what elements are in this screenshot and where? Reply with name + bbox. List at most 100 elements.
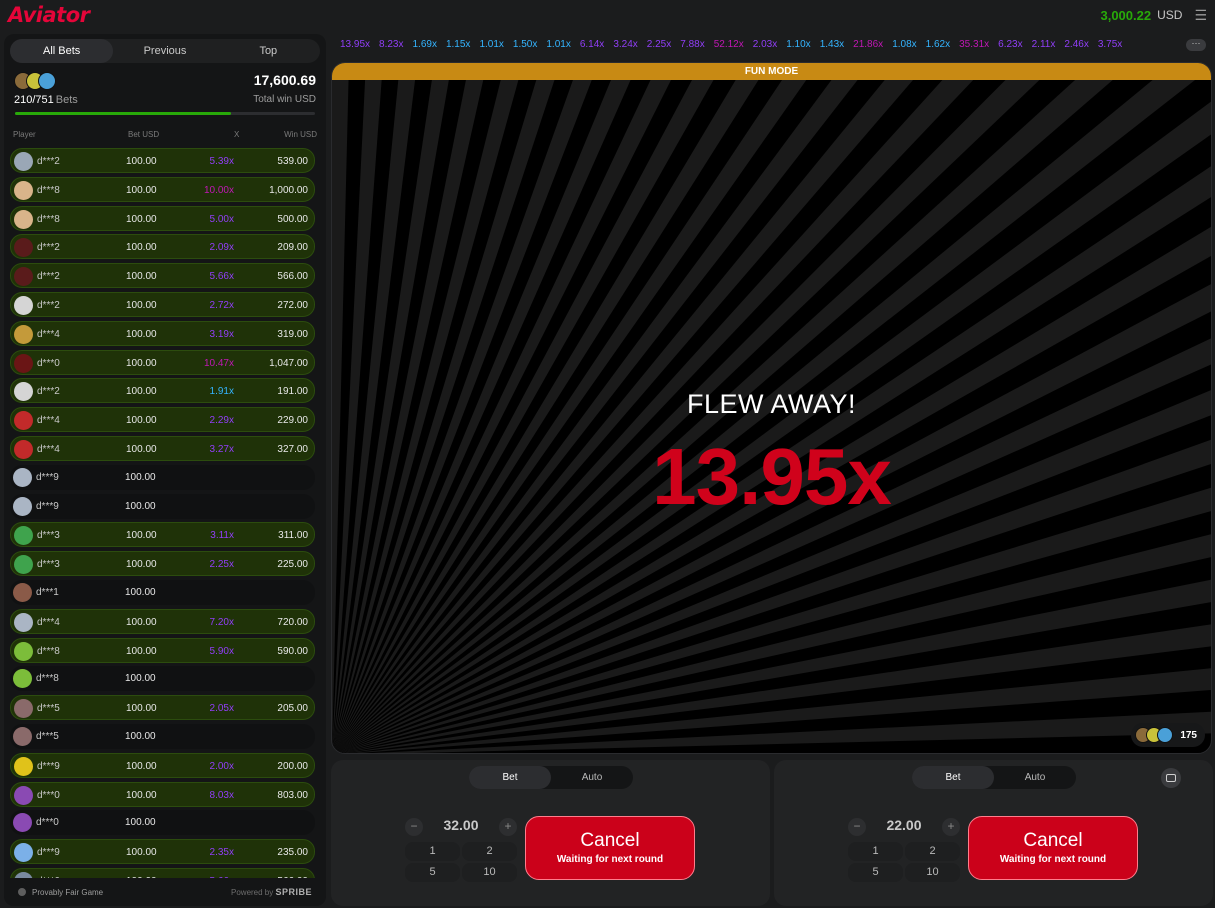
player-name: d***4 xyxy=(37,328,60,340)
history-multiplier[interactable]: 3.75x xyxy=(1098,39,1122,53)
history-multiplier[interactable]: 52.12x xyxy=(714,39,744,53)
win-amount: 590.00 xyxy=(277,645,308,657)
history-multiplier[interactable]: 8.23x xyxy=(379,39,403,53)
quick-stake-button[interactable]: 5 xyxy=(848,863,903,882)
win-amount: 209.00 xyxy=(277,242,308,254)
history-multiplier[interactable]: 2.11x xyxy=(1032,39,1056,53)
cashout-multiplier: 2.72x xyxy=(209,299,234,311)
history-multiplier[interactable]: 1.10x xyxy=(786,39,810,53)
bets-table: d***2 100.00 5.39x 539.00 d***8 100.00 10.00x 1… xyxy=(10,148,315,897)
table-row: d***8 100.00 5.90x 590.00 xyxy=(10,637,315,663)
cashout-multiplier: 5.00x xyxy=(209,213,234,225)
win-amount: 311.00 xyxy=(278,530,308,542)
stake-input[interactable]: 32.00 xyxy=(423,817,499,833)
quick-stake-button[interactable]: 10 xyxy=(462,863,517,882)
quick-stake-button[interactable]: 10 xyxy=(905,863,960,882)
table-row: d***8 100.00 5.00x 500.00 xyxy=(10,205,315,231)
win-amount: 319.00 xyxy=(277,328,308,340)
provably-fair-link[interactable]: Provably Fair Game xyxy=(32,888,103,897)
powered-by: Powered by SPRIBE xyxy=(231,887,312,897)
avatar xyxy=(13,582,32,602)
avatar xyxy=(14,353,33,373)
table-row: d***5 100.00 xyxy=(10,723,315,749)
cashout-multiplier: 10.47x xyxy=(203,357,234,369)
bet-amount: 100.00 xyxy=(126,703,157,715)
bet-amount: 100.00 xyxy=(126,184,157,196)
bet-amount: 100.00 xyxy=(126,299,157,311)
history-multiplier[interactable]: 2.25x xyxy=(647,39,671,53)
history-multiplier[interactable]: 6.23x xyxy=(998,39,1022,53)
remove-panel-icon[interactable] xyxy=(1161,768,1181,788)
cancel-label: Cancel xyxy=(580,830,640,851)
round-history: 13.95x 8.23x 1.69x 1.15x 1.01x 1.50x 1.01x 6.14… xyxy=(340,39,1170,53)
cashout-multiplier: 2.29x xyxy=(209,415,234,427)
bets-count-label: Bets xyxy=(55,94,78,106)
quick-stake-button[interactable]: 2 xyxy=(905,842,960,861)
bet-amount: 100.00 xyxy=(126,386,157,398)
win-amount: 191.00 xyxy=(277,386,308,398)
bettor-avatars xyxy=(14,72,56,90)
player-name: d***0 xyxy=(37,357,60,369)
avatar xyxy=(14,411,33,431)
history-multiplier[interactable]: 3.24x xyxy=(613,39,637,53)
history-multiplier[interactable]: 21.86x xyxy=(853,39,883,53)
tab-auto[interactable]: Auto xyxy=(994,766,1076,789)
quick-stake-button[interactable]: 5 xyxy=(405,863,460,882)
hamburger-menu-icon[interactable]: ☰ xyxy=(1194,7,1207,24)
avatar xyxy=(14,238,33,258)
history-multiplier[interactable]: 1.08x xyxy=(892,39,916,53)
cashout-multiplier: 2.05x xyxy=(209,703,234,715)
cancel-bet-button[interactable]: Cancel Waiting for next round xyxy=(968,816,1138,880)
bet-panel-2: Bet Auto − 22.00 + 1 2 5 10 Cancel Waiti… xyxy=(774,760,1213,906)
player-name: d***0 xyxy=(36,817,59,829)
bet-amount: 100.00 xyxy=(126,415,157,427)
bets-count: 210/751 Bets xyxy=(14,94,78,106)
history-multiplier[interactable]: 2.46x xyxy=(1064,39,1088,53)
table-row: d***2 100.00 5.66x 566.00 xyxy=(10,263,315,289)
history-multiplier[interactable]: 1.50x xyxy=(513,39,537,53)
table-row: d***2 100.00 5.39x 539.00 xyxy=(10,148,315,173)
avatar xyxy=(14,382,33,402)
tab-all-bets[interactable]: All Bets xyxy=(10,39,114,63)
history-multiplier[interactable]: 1.43x xyxy=(820,39,844,53)
decrease-stake-button[interactable]: − xyxy=(848,818,866,836)
history-multiplier[interactable]: 1.01x xyxy=(479,39,503,53)
history-multiplier[interactable]: 7.88x xyxy=(680,39,704,53)
aviator-logo: Aviator xyxy=(8,3,90,27)
tab-top[interactable]: Top xyxy=(217,39,320,63)
cashout-multiplier: 2.35x xyxy=(209,847,234,859)
tab-previous[interactable]: Previous xyxy=(113,39,216,63)
tab-bet[interactable]: Bet xyxy=(912,766,994,789)
avatar xyxy=(14,209,33,229)
history-multiplier[interactable]: 35.31x xyxy=(959,39,989,53)
player-name: d***2 xyxy=(37,242,60,254)
quick-stake-button[interactable]: 2 xyxy=(462,842,517,861)
left-footer: Provably Fair Game Powered by SPRIBE xyxy=(4,878,326,906)
increase-stake-button[interactable]: + xyxy=(499,818,517,836)
cashout-multiplier: 5.90x xyxy=(209,645,234,657)
decrease-stake-button[interactable]: − xyxy=(405,818,423,836)
tab-auto[interactable]: Auto xyxy=(551,766,633,789)
table-row: d***3 100.00 2.25x 225.00 xyxy=(10,551,315,577)
player-name: d***1 xyxy=(36,586,59,598)
win-amount: 803.00 xyxy=(277,789,308,801)
increase-stake-button[interactable]: + xyxy=(942,818,960,836)
history-multiplier[interactable]: 1.62x xyxy=(926,39,950,53)
total-win-label: Total win USD xyxy=(253,94,316,105)
player-name: d***8 xyxy=(37,645,60,657)
history-multiplier[interactable]: 1.01x xyxy=(546,39,570,53)
quick-stake-button[interactable]: 1 xyxy=(848,842,903,861)
stake-input[interactable]: 22.00 xyxy=(866,817,942,833)
history-more-button[interactable]: ··· xyxy=(1186,39,1206,51)
tab-bet[interactable]: Bet xyxy=(469,766,551,789)
history-multiplier[interactable]: 6.14x xyxy=(580,39,604,53)
history-multiplier[interactable]: 1.69x xyxy=(413,39,437,53)
bet-amount: 100.00 xyxy=(126,645,157,657)
quick-stake-buttons: 1 2 5 10 xyxy=(405,842,517,882)
table-row: d***4 100.00 7.20x 720.00 xyxy=(10,608,315,634)
history-multiplier[interactable]: 13.95x xyxy=(340,39,370,53)
history-multiplier[interactable]: 2.03x xyxy=(753,39,777,53)
history-multiplier[interactable]: 1.15x xyxy=(446,39,470,53)
cancel-bet-button[interactable]: Cancel Waiting for next round xyxy=(525,816,695,880)
quick-stake-button[interactable]: 1 xyxy=(405,842,460,861)
